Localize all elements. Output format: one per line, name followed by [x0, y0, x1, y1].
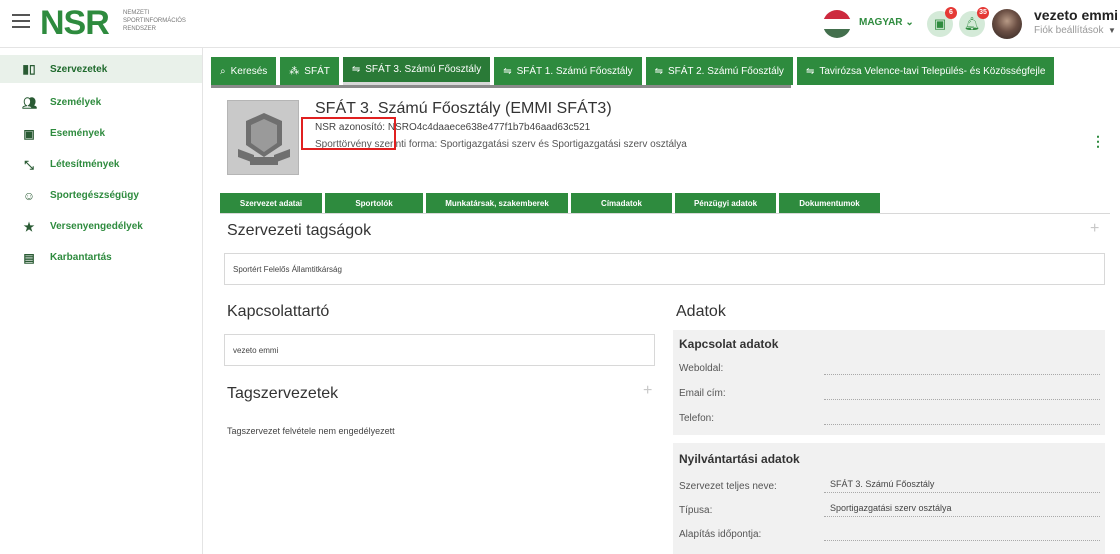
sidebar-item-label: Létesítmények — [50, 159, 120, 170]
subtab-penzugyi-adatok[interactable]: Pénzügyi adatok — [675, 193, 776, 213]
people-icon: 👥︎ — [22, 95, 38, 110]
sidebar-item-label: Versenyengedélyek — [50, 221, 143, 232]
tasks-icon: ▣ — [933, 16, 947, 31]
contact-data-card: Kapcsolat adatok Weboldal: Email cím: Te… — [673, 330, 1105, 435]
full-name-label: Szervezet teljes neve: — [679, 481, 777, 492]
notifications-button[interactable]: 🔔︎ 35 — [959, 7, 989, 37]
more-options-icon[interactable]: ⋮ — [1091, 133, 1105, 150]
subtab-dokumentumok[interactable]: Dokumentumok — [779, 193, 880, 213]
contact-data-title: Kapcsolat adatok — [679, 337, 779, 351]
sidebar-item-karbantartas[interactable]: ▤ Karbantartás — [0, 242, 202, 273]
tab-sfat-3[interactable]: ⇋ SFÁT 3. Számú Főosztály — [342, 57, 491, 85]
subtab-cimadatok[interactable]: Címadatok — [571, 193, 672, 213]
member-orgs-note: Tagszervezet felvétele nem engedélyezett — [227, 426, 395, 436]
phone-label: Telefon: — [679, 413, 715, 424]
member-orgs-title: Tagszervezetek — [227, 385, 339, 402]
sidebar-item-label: Karbantartás — [50, 252, 112, 263]
subtab-szervezet-adatai[interactable]: Szervezet adatai — [220, 193, 322, 213]
smile-icon: ☺ — [22, 188, 36, 203]
search-icon: ⌕ — [220, 65, 226, 77]
handshake-icon: ⇋ — [805, 65, 815, 77]
sidebar-item-label: Szervezetek — [50, 63, 108, 75]
registry-data-title: Nyilvántartási adatok — [679, 452, 800, 466]
account-dropdown-icon[interactable]: ▼ — [1108, 26, 1116, 35]
building-icon: ▮▯ — [22, 62, 36, 76]
add-member-org-icon[interactable]: + — [643, 382, 652, 400]
handshake-icon: ⇋ — [351, 64, 361, 75]
sidebar-item-sportegeszsegugy[interactable]: ☺ Sportegészségügy — [0, 180, 202, 211]
membership-title: Szervezeti tagságok — [227, 222, 372, 239]
sidebar: ▮▯ Szervezetek 👥︎ Személyek ▣ Események … — [0, 48, 203, 554]
sidebar-item-label: Események — [50, 128, 106, 139]
logo-subtitle: NEMZETI SPORTINFORMÁCIÓS RENDSZER — [123, 10, 186, 32]
website-label: Weboldal: — [679, 363, 724, 374]
membership-item[interactable]: Sportért Felelős Államtitkárság — [224, 253, 1105, 285]
organization-crest-image — [227, 100, 299, 175]
language-selector[interactable]: MAGYAR ⌄ — [859, 17, 914, 28]
hamburger-menu-icon[interactable] — [12, 14, 30, 30]
handshake-icon: ⇋ — [503, 65, 512, 77]
avatar[interactable] — [992, 9, 1022, 39]
tab-sfat-2[interactable]: ⇋ SFÁT 2. Számú Főosztály — [645, 57, 793, 85]
sidebar-item-szemelyek[interactable]: 👥︎ Személyek — [0, 87, 202, 118]
notifications-badge: 35 — [977, 7, 989, 19]
website-value — [824, 361, 1100, 375]
sidebar-item-label: Személyek — [50, 97, 102, 108]
email-label: Email cím: — [679, 388, 726, 399]
full-name-value: SFÁT 3. Számú Főosztály — [824, 479, 1100, 493]
user-name[interactable]: vezeto emmi — [1034, 7, 1118, 23]
type-label: Típusa: — [679, 505, 713, 516]
tab-sfat-1[interactable]: ⇋ SFÁT 1. Számú Főosztály — [494, 57, 642, 85]
tab-tavirozsa[interactable]: ⇋ Tavirózsa Velence-tavi Település- és Kö… — [796, 57, 1055, 85]
divider — [220, 213, 1110, 214]
sidebar-item-esemenyek[interactable]: ▣ Események — [0, 118, 202, 149]
calendar-icon: ▣ — [23, 126, 35, 141]
handshake-icon: ⇋ — [654, 65, 663, 77]
founding-date-label: Alapítás időpontja: — [679, 529, 762, 540]
nsr-logo[interactable]: NSR — [40, 6, 110, 40]
data-title: Adatok — [676, 303, 726, 320]
phone-value — [824, 411, 1100, 425]
detail-tabs: Szervezet adatai Sportolók Munkatársak, … — [220, 193, 883, 213]
bell-icon: 🔔︎ — [963, 16, 981, 31]
tasks-button[interactable]: ▣ 6 — [927, 7, 957, 37]
email-value — [824, 386, 1100, 400]
sitemap-icon: ⁂ — [289, 65, 300, 77]
contact-item[interactable]: vezeto emmi — [224, 334, 655, 366]
sidebar-item-letesitmenyek[interactable]: ⤡ Létesítmények — [0, 149, 202, 180]
sidebar-item-szervezetek[interactable]: ▮▯ Szervezetek — [0, 55, 202, 83]
sidebar-item-label: Sportegészségügy — [50, 190, 139, 201]
type-value: Sportigazgatási szerv osztálya — [824, 503, 1100, 517]
top-bar: NSR NEMZETI SPORTINFORMÁCIÓS RENDSZER MA… — [0, 0, 1120, 48]
star-icon: ★ — [23, 219, 35, 234]
tasks-badge: 6 — [945, 7, 957, 19]
registry-data-card: Nyilvántartási adatok Szervezet teljes n… — [673, 443, 1105, 554]
contact-title: Kapcsolattartó — [227, 303, 330, 320]
shield-icon — [238, 113, 290, 165]
arrows-icon: ⤡ — [24, 157, 34, 172]
page-title: SFÁT 3. Számú Főosztály (EMMI SFÁT3) — [315, 100, 612, 117]
add-membership-icon[interactable]: + — [1090, 220, 1099, 238]
subtab-munkatarsak[interactable]: Munkatársak, szakemberek — [426, 193, 568, 213]
sidebar-item-versenyengedelyek[interactable]: ★ Versenyengedélyek — [0, 211, 202, 242]
tab-sfat[interactable]: ⁂ SFÁT — [280, 57, 339, 85]
open-tabs-bar: ⌕ Keresés ⁂ SFÁT ⇋ SFÁT 3. Számú Főosztály … — [211, 57, 1120, 85]
highlight-box — [301, 117, 396, 150]
account-settings-link[interactable]: Fiók beállítások — [1034, 25, 1103, 36]
tab-kereses[interactable]: ⌕ Keresés — [211, 57, 277, 85]
clipboard-icon: ▤ — [23, 250, 35, 265]
hungarian-flag-icon[interactable] — [823, 10, 851, 38]
founding-date-value — [824, 527, 1100, 541]
subtab-sportolok[interactable]: Sportolók — [325, 193, 423, 213]
chevron-down-icon: ⌄ — [905, 17, 914, 28]
